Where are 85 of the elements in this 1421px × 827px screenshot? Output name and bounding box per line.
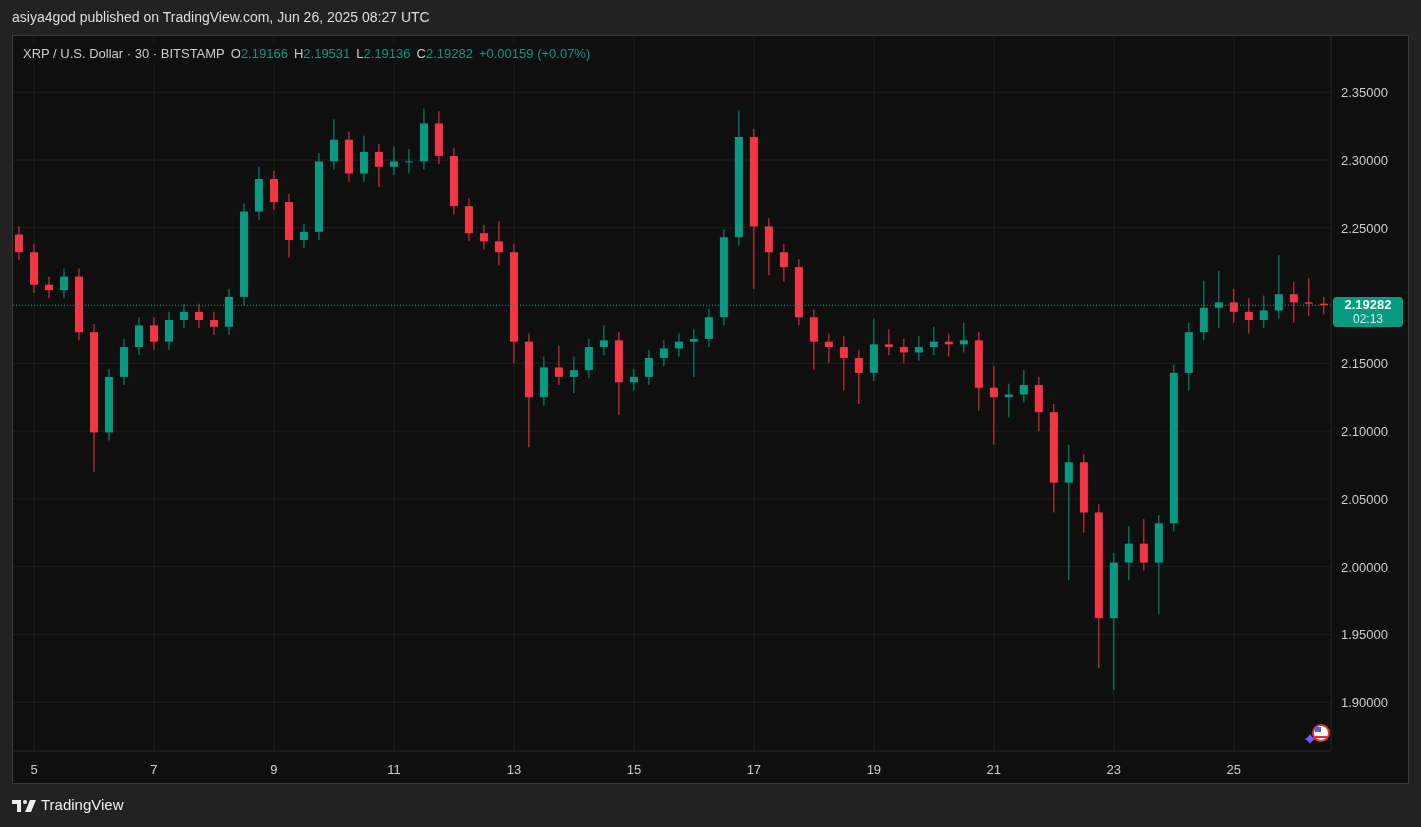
candlestick: [209, 311, 218, 336]
candlestick: [554, 345, 563, 386]
ohlc-label: C: [416, 45, 426, 63]
ohlc-value: 2.19282: [425, 45, 473, 63]
candlestick: [1229, 288, 1238, 324]
candlestick: [1244, 297, 1253, 335]
candlestick: [1304, 277, 1313, 317]
candlestick: [134, 316, 143, 356]
price-axis-label: 2.30000: [1341, 153, 1388, 168]
candlestick: [914, 335, 923, 362]
candlestick: [1124, 525, 1133, 581]
price-change: +0.00159 (+0.07%): [478, 45, 591, 63]
time-axis-label: 5: [30, 762, 38, 777]
symbol-info[interactable]: XRP / U.S. Dollar · 30 · BITSTAMP: [23, 44, 225, 64]
candlestick: [44, 276, 53, 299]
candlestick: [149, 316, 158, 351]
ohlc-value: 2.19136: [363, 45, 411, 63]
candlestick: [389, 145, 398, 176]
candlestick: [1139, 518, 1148, 572]
candlestick: [1214, 270, 1223, 329]
candlestick: [1259, 295, 1268, 329]
price-axis-label: 2.00000: [1341, 559, 1388, 575]
time-axis-label: 15: [626, 762, 642, 777]
candlestick: [884, 328, 893, 356]
publish-info: asiya4god published on TradingView.com, Jun 26, 2025 08:27 UTC: [12, 8, 430, 27]
candlestick: [479, 224, 488, 250]
candlestick: [689, 328, 698, 378]
candlestick: [404, 148, 413, 175]
candlestick: [959, 322, 968, 353]
price-axis-label: 2.15000: [1341, 356, 1388, 372]
candlestick: [1274, 254, 1283, 320]
candlestick: [839, 335, 848, 391]
candlestick: [194, 303, 203, 329]
price-axis-label: 2.05000: [1341, 491, 1388, 507]
candlestick: [704, 308, 713, 348]
price-axis-label: 2.10000: [1341, 424, 1388, 440]
candlestick: [164, 311, 173, 351]
ohlc-label: O: [230, 45, 241, 63]
candlestick: [179, 303, 188, 329]
time-axis-label: 9: [270, 762, 278, 777]
candlestick: [1289, 281, 1298, 324]
candlestick: [59, 267, 68, 299]
candlestick: [824, 333, 833, 364]
brand-name: TradingView: [41, 795, 124, 816]
time-axis-label: 25: [1226, 762, 1242, 777]
time-axis-label: 19: [866, 762, 882, 777]
candlestick: [1064, 444, 1073, 581]
price-axis-label: 1.90000: [1341, 695, 1388, 711]
time-axis-label: 11: [387, 762, 401, 777]
ohlc-value: 2.19166: [240, 45, 288, 63]
candlestick: [569, 356, 578, 394]
time-axis-label: 13: [506, 762, 522, 777]
candlestick: [599, 324, 608, 356]
ohlc-value: 2.19531: [303, 45, 351, 63]
candlestick: [584, 338, 593, 379]
candlestick: [989, 365, 998, 446]
candlestick: [644, 349, 653, 386]
candlestick: [494, 220, 503, 267]
candlestick: [854, 349, 863, 405]
candlestick: [15, 225, 23, 261]
candlestick: [1019, 369, 1028, 404]
time-axis-label: 7: [150, 762, 158, 777]
time-axis-label: 23: [1106, 762, 1122, 777]
candlestick: [329, 118, 338, 171]
candlestick: [374, 143, 383, 188]
sparkle-icon: [1305, 734, 1315, 744]
ohlc-label: H: [293, 45, 304, 63]
price-axis-label: 1.95000: [1341, 627, 1388, 643]
price-axis-label: 2.35000: [1341, 85, 1388, 101]
candlestick: [269, 170, 278, 211]
ohlc-label: L: [356, 45, 364, 63]
bar-countdown: 02:13: [1353, 312, 1383, 327]
candlestick: [629, 368, 638, 391]
candlestick: [899, 338, 908, 364]
price-axis-label: 2.25000: [1341, 220, 1388, 236]
candlestick: [779, 243, 788, 283]
last-price: 2.19282: [1344, 298, 1392, 313]
time-axis-label: 17: [746, 762, 762, 777]
candlestick: [359, 135, 368, 183]
flag-icon: [1312, 724, 1330, 742]
candlestick: [659, 339, 668, 367]
time-axis-label: 21: [986, 762, 1002, 777]
logo-icon: [12, 799, 36, 812]
candlestick: [299, 223, 308, 249]
candlestick: [929, 326, 938, 356]
